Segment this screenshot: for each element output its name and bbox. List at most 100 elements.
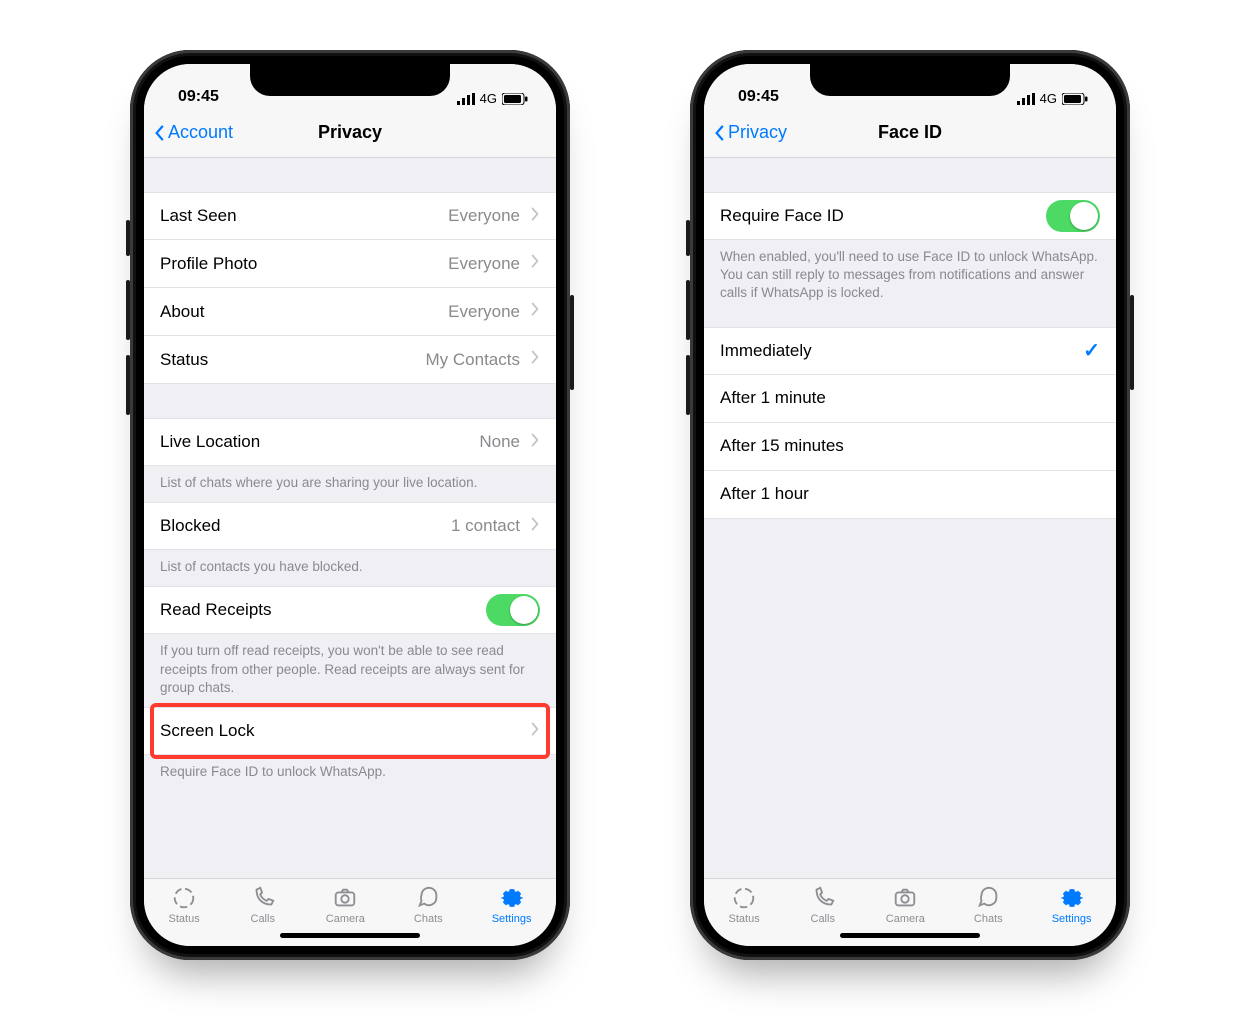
tab-settings[interactable]: Settings — [1052, 885, 1092, 925]
row-live-location[interactable]: Live Location None — [144, 418, 556, 466]
page-title: Privacy — [318, 122, 382, 143]
chevron-right-icon — [530, 301, 540, 322]
home-indicator[interactable] — [280, 933, 420, 938]
chevron-right-icon — [530, 349, 540, 370]
row-label: Screen Lock — [160, 721, 255, 741]
back-button[interactable]: Account — [154, 108, 233, 157]
tab-label: Chats — [414, 913, 443, 925]
gear-icon — [498, 885, 526, 911]
tab-settings[interactable]: Settings — [492, 885, 532, 925]
phone-icon — [809, 885, 837, 911]
option-label: After 1 hour — [720, 484, 809, 504]
tab-label: Settings — [492, 913, 532, 925]
row-about[interactable]: About Everyone — [144, 288, 556, 336]
camera-icon — [331, 885, 359, 911]
content-scroll[interactable]: Last Seen Everyone Profile Photo Everyon… — [144, 158, 556, 878]
row-value: Everyone — [448, 302, 520, 322]
device-notch — [810, 64, 1010, 96]
row-require-face-id[interactable]: Require Face ID — [704, 192, 1116, 240]
row-profile-photo[interactable]: Profile Photo Everyone — [144, 240, 556, 288]
tab-chats[interactable]: Chats — [414, 885, 443, 925]
chevron-left-icon — [714, 125, 724, 141]
phone-mockup-right: 09:45 4G Privacy Face ID Require Face — [690, 50, 1130, 960]
tab-chats[interactable]: Chats — [974, 885, 1003, 925]
network-label: 4G — [1040, 91, 1057, 106]
tab-label: Calls — [811, 913, 835, 925]
chevron-right-icon — [530, 253, 540, 274]
nav-bar: Privacy Face ID — [704, 108, 1116, 158]
network-label: 4G — [480, 91, 497, 106]
require-face-id-toggle[interactable] — [1046, 200, 1100, 232]
chevron-right-icon — [530, 432, 540, 453]
tab-label: Status — [169, 913, 200, 925]
gear-icon — [1058, 885, 1086, 911]
page-title: Face ID — [878, 122, 942, 143]
signal-icon — [457, 93, 475, 105]
tab-calls[interactable]: Calls — [249, 885, 277, 925]
read-receipts-toggle[interactable] — [486, 594, 540, 626]
option-after-1-minute[interactable]: After 1 minute — [704, 375, 1116, 423]
status-icon — [170, 885, 198, 911]
row-blocked[interactable]: Blocked 1 contact — [144, 502, 556, 550]
check-icon: ✓ — [1083, 338, 1100, 363]
chevron-right-icon — [530, 721, 540, 742]
tab-label: Chats — [974, 913, 1003, 925]
chat-icon — [974, 885, 1002, 911]
read-receipts-note: If you turn off read receipts, you won't… — [144, 634, 556, 707]
blocked-note: List of contacts you have blocked. — [144, 550, 556, 586]
tab-camera[interactable]: Camera — [326, 885, 365, 925]
tab-status[interactable]: Status — [729, 885, 760, 925]
row-label: Live Location — [160, 432, 260, 452]
tab-label: Status — [729, 913, 760, 925]
option-label: Immediately — [720, 341, 812, 361]
chevron-left-icon — [154, 125, 164, 141]
status-time: 09:45 — [738, 88, 779, 106]
row-label: Read Receipts — [160, 600, 272, 620]
row-label: Require Face ID — [720, 206, 844, 226]
phone-icon — [249, 885, 277, 911]
tab-status[interactable]: Status — [169, 885, 200, 925]
row-label: About — [160, 302, 204, 322]
back-button[interactable]: Privacy — [714, 108, 787, 157]
row-status[interactable]: Status My Contacts — [144, 336, 556, 384]
row-read-receipts[interactable]: Read Receipts — [144, 586, 556, 634]
tab-label: Camera — [886, 913, 925, 925]
content-scroll[interactable]: Require Face ID When enabled, you'll nee… — [704, 158, 1116, 878]
option-after-15-minutes[interactable]: After 15 minutes — [704, 423, 1116, 471]
row-label: Status — [160, 350, 208, 370]
status-icon — [730, 885, 758, 911]
camera-icon — [891, 885, 919, 911]
face-id-note: When enabled, you'll need to use Face ID… — [704, 240, 1116, 313]
phone-mockup-left: 09:45 4G Account Privacy Last Seen — [130, 50, 570, 960]
device-notch — [250, 64, 450, 96]
chevron-right-icon — [530, 516, 540, 537]
row-label: Profile Photo — [160, 254, 257, 274]
option-immediately[interactable]: Immediately ✓ — [704, 327, 1116, 375]
tab-label: Camera — [326, 913, 365, 925]
live-location-note: List of chats where you are sharing your… — [144, 466, 556, 502]
tab-label: Calls — [251, 913, 275, 925]
battery-icon — [502, 93, 528, 105]
chevron-right-icon — [530, 206, 540, 227]
tab-label: Settings — [1052, 913, 1092, 925]
row-value: None — [479, 432, 520, 452]
nav-bar: Account Privacy — [144, 108, 556, 158]
row-screen-lock[interactable]: Screen Lock — [144, 707, 556, 755]
status-time: 09:45 — [178, 88, 219, 106]
chat-icon — [414, 885, 442, 911]
tab-camera[interactable]: Camera — [886, 885, 925, 925]
signal-icon — [1017, 93, 1035, 105]
row-last-seen[interactable]: Last Seen Everyone — [144, 192, 556, 240]
row-value: Everyone — [448, 206, 520, 226]
row-value: My Contacts — [426, 350, 520, 370]
tab-calls[interactable]: Calls — [809, 885, 837, 925]
row-value: 1 contact — [451, 516, 520, 536]
option-after-1-hour[interactable]: After 1 hour — [704, 471, 1116, 519]
option-label: After 1 minute — [720, 388, 826, 408]
row-label: Last Seen — [160, 206, 237, 226]
battery-icon — [1062, 93, 1088, 105]
row-value: Everyone — [448, 254, 520, 274]
option-label: After 15 minutes — [720, 436, 844, 456]
row-label: Blocked — [160, 516, 220, 536]
home-indicator[interactable] — [840, 933, 980, 938]
